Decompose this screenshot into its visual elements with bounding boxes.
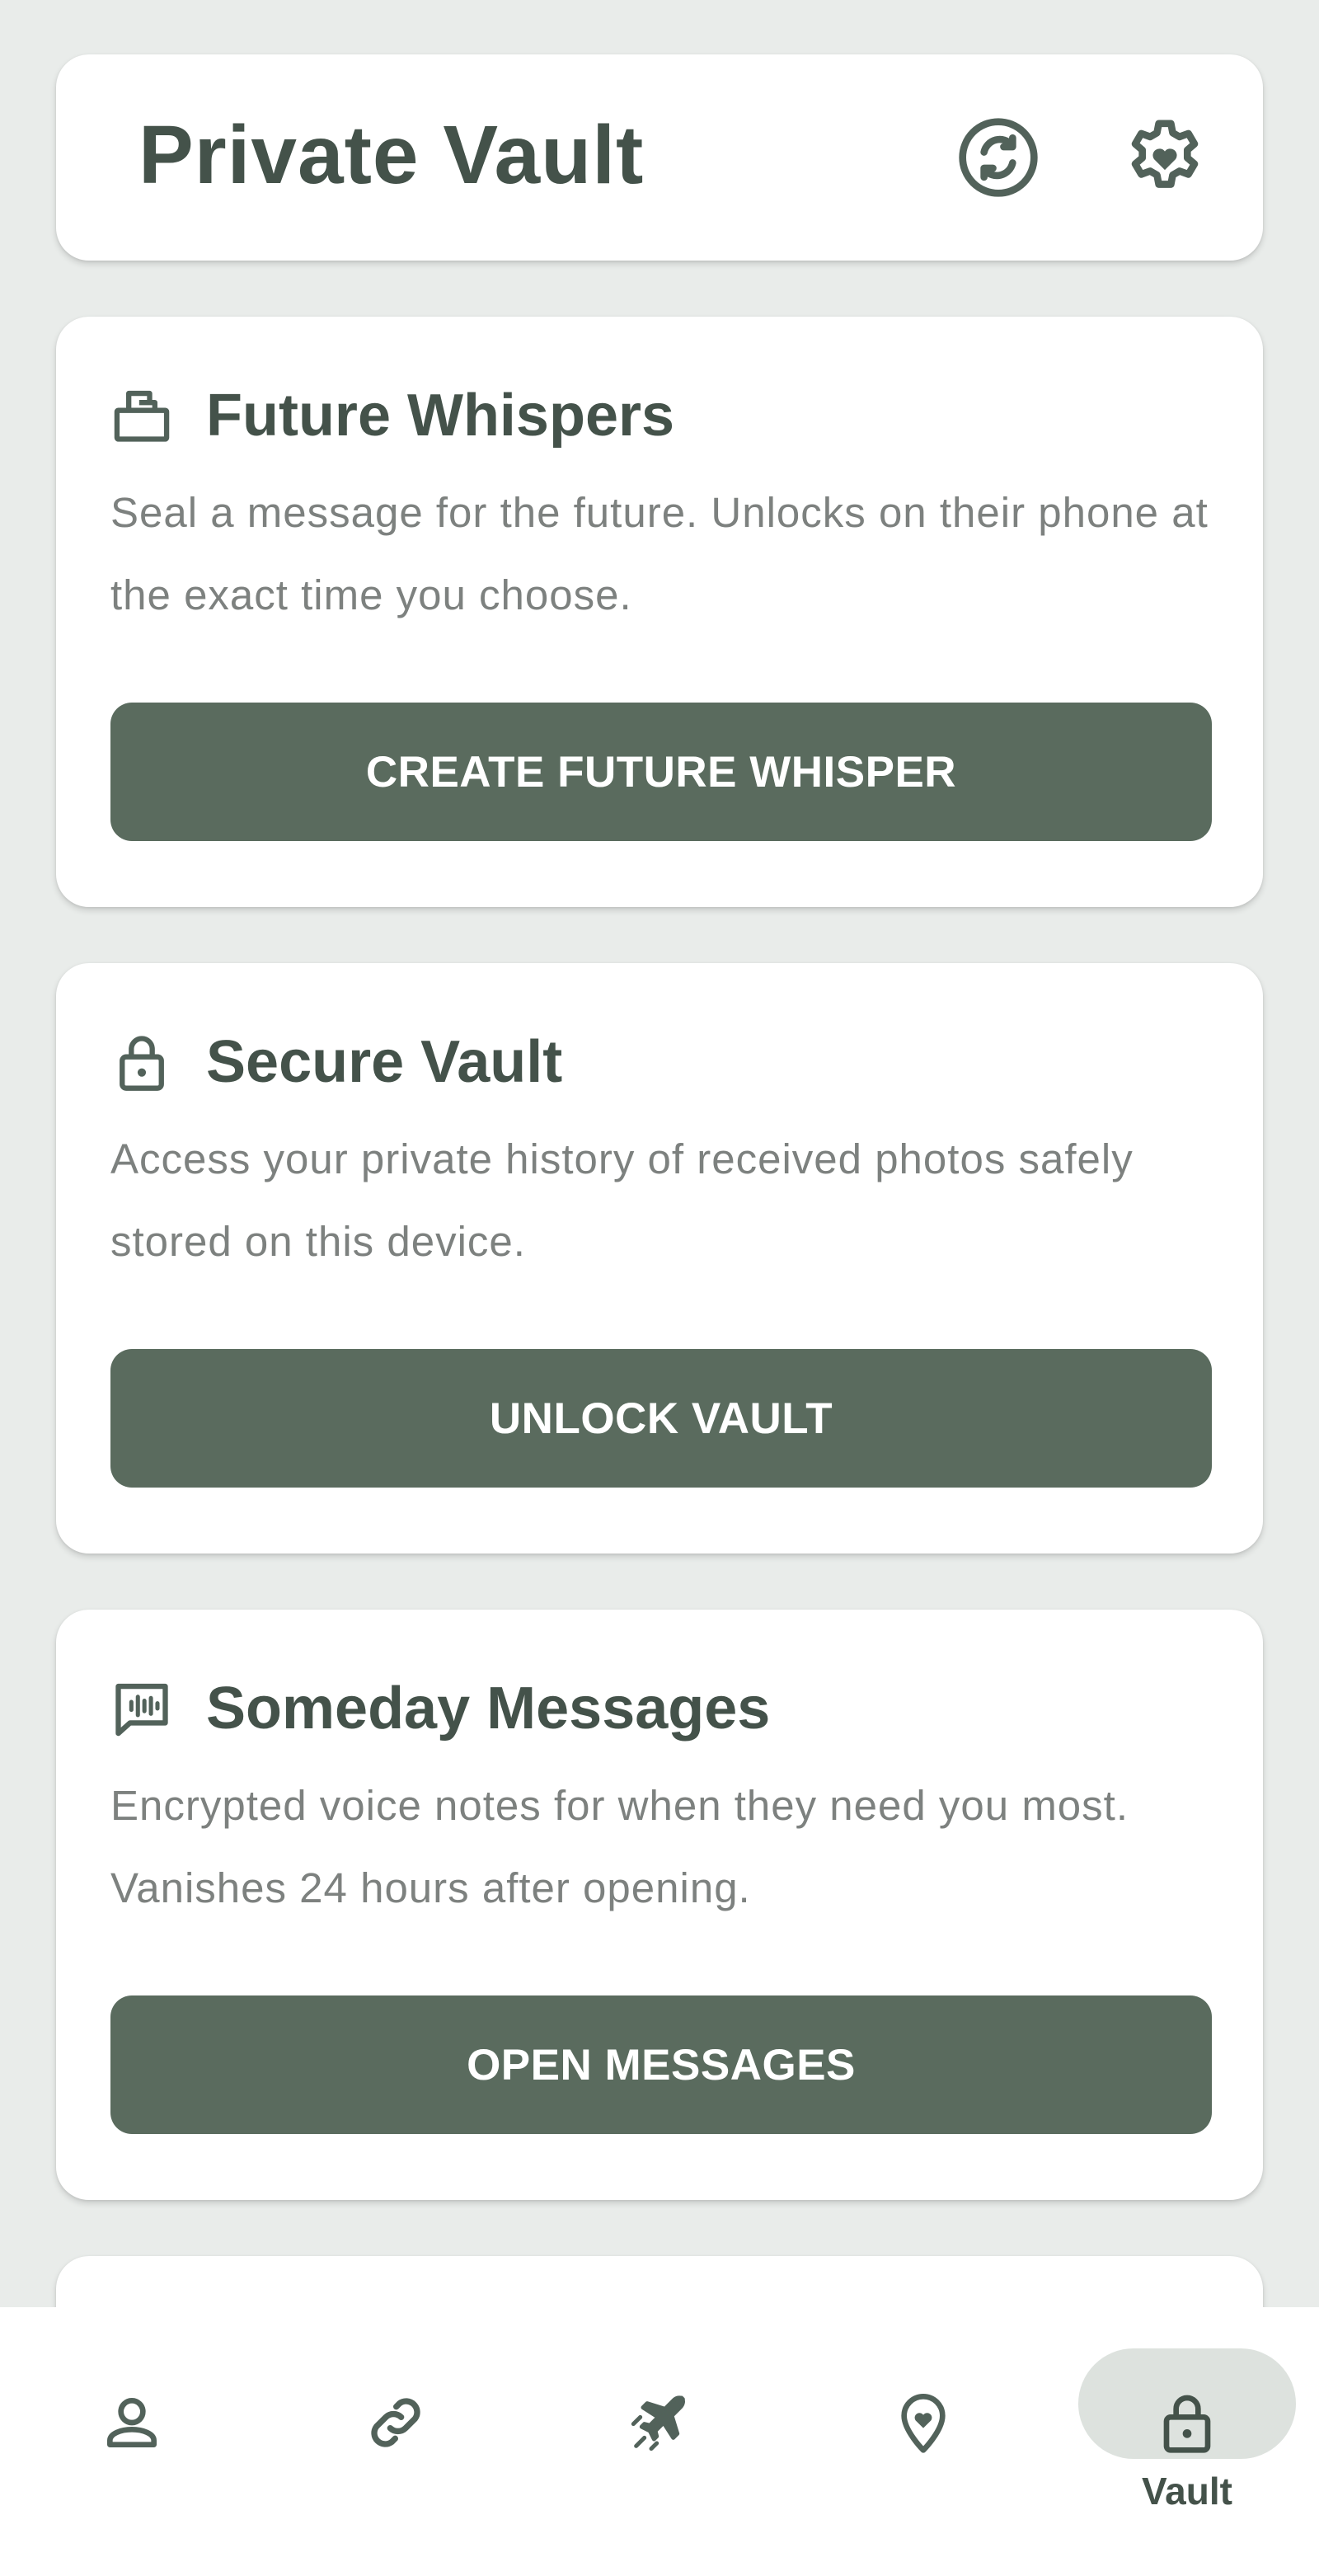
person-icon bbox=[99, 2390, 165, 2456]
sync-icon bbox=[959, 118, 1038, 197]
card-description: Seal a message for the future. Unlocks o… bbox=[110, 489, 1209, 618]
voice-message-icon bbox=[110, 1677, 173, 1740]
unlock-vault-button[interactable]: UNLOCK VAULT bbox=[110, 1349, 1212, 1488]
card-title: Someday Messages bbox=[206, 1676, 771, 1742]
future-whispers-card: Future Whispers Seal a message for the f… bbox=[56, 317, 1263, 907]
lock-icon bbox=[1154, 2390, 1220, 2456]
card-title-row: Future Whispers bbox=[110, 366, 674, 465]
open-messages-button[interactable]: OPEN MESSAGES bbox=[110, 1995, 1212, 2134]
settings-heart-icon bbox=[1131, 120, 1199, 188]
airplane-icon bbox=[627, 2390, 692, 2456]
card-title: Future Whispers bbox=[206, 383, 675, 449]
nav-item-profile[interactable] bbox=[0, 2307, 264, 2576]
location-heart-icon bbox=[890, 2390, 956, 2456]
nav-item-travel[interactable] bbox=[528, 2307, 791, 2576]
lock-icon bbox=[110, 1031, 173, 1093]
settings-button[interactable] bbox=[1120, 112, 1210, 203]
page-title: Private Vault bbox=[138, 109, 645, 201]
nav-item-connect[interactable] bbox=[264, 2307, 528, 2576]
card-description: Encrypted voice notes for when they need… bbox=[110, 1782, 1129, 1911]
nav-label-vault: Vault bbox=[1142, 2470, 1232, 2513]
send-box-icon bbox=[110, 384, 173, 447]
card-title-row: Someday Messages bbox=[110, 1659, 770, 1758]
card-title-row: Secure Vault bbox=[110, 1013, 562, 1112]
nav-item-vault[interactable]: Vault bbox=[1055, 2307, 1319, 2576]
link-icon bbox=[363, 2390, 429, 2456]
secure-vault-card: Secure Vault Access your private history… bbox=[56, 963, 1263, 1554]
header-card: Private Vault bbox=[56, 54, 1263, 261]
nav-item-places[interactable] bbox=[791, 2307, 1055, 2576]
sync-button[interactable] bbox=[953, 112, 1044, 203]
card-description: Access your private history of received … bbox=[110, 1135, 1134, 1265]
someday-messages-card: Someday Messages Encrypted voice notes f… bbox=[56, 1610, 1263, 2200]
card-title: Secure Vault bbox=[206, 1029, 563, 1095]
bottom-navigation: Vault bbox=[0, 2307, 1319, 2576]
create-future-whisper-button[interactable]: CREATE FUTURE WHISPER bbox=[110, 703, 1212, 841]
